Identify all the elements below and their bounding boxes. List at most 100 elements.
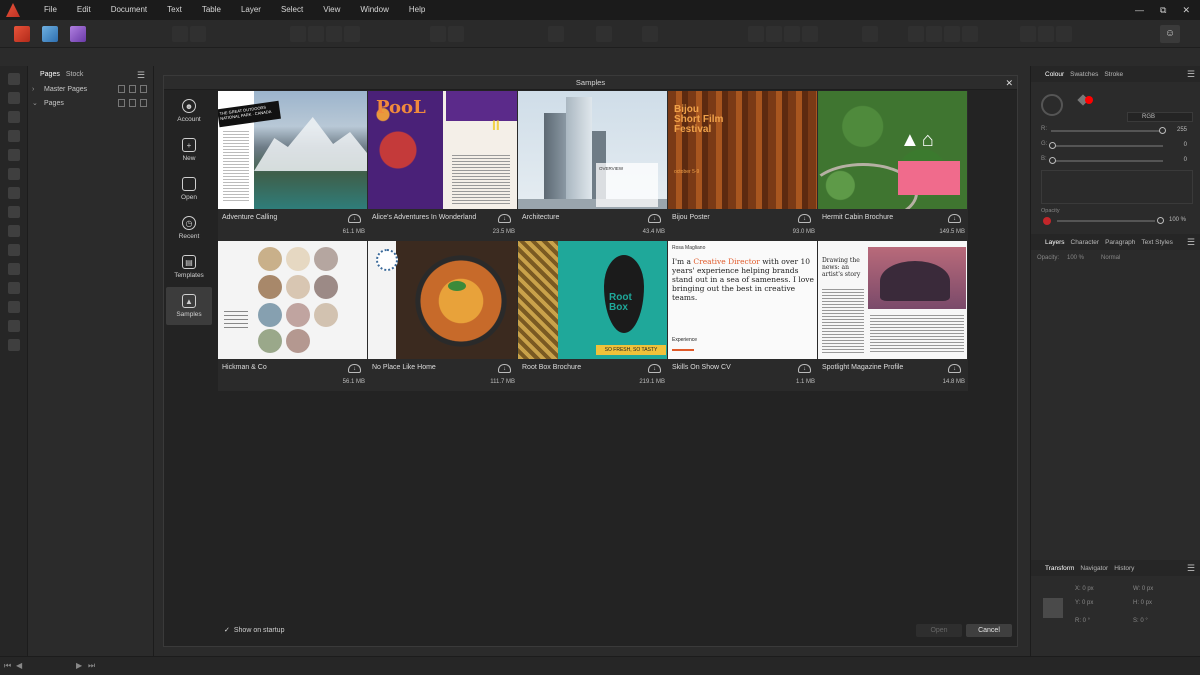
- transform-x[interactable]: X: 0 px: [1075, 586, 1094, 592]
- cancel-button[interactable]: Cancel: [966, 624, 1012, 637]
- duplicate-page-icon[interactable]: [129, 85, 136, 93]
- picture-frame-tool-icon[interactable]: [7, 244, 20, 256]
- menu-text[interactable]: Text: [157, 0, 192, 20]
- add-page-icon[interactable]: [118, 85, 125, 93]
- close-window-button[interactable]: ✕: [1182, 5, 1190, 16]
- toolbar-button[interactable]: [430, 26, 446, 42]
- crop-tool-icon[interactable]: [7, 263, 20, 275]
- nav-account[interactable]: ☻ Account: [166, 92, 212, 130]
- hamburger-menu-icon[interactable]: ☰: [1187, 563, 1195, 574]
- nav-new[interactable]: + New: [166, 131, 212, 169]
- menu-document[interactable]: Document: [101, 0, 157, 20]
- toolbar-button[interactable]: [290, 26, 306, 42]
- delete-page-icon[interactable]: [140, 85, 147, 93]
- toolbar-button[interactable]: [596, 26, 612, 42]
- add-page-icon[interactable]: [118, 99, 125, 107]
- tab-stroke[interactable]: Stroke: [1104, 71, 1123, 78]
- tab-paragraph[interactable]: Paragraph: [1105, 239, 1135, 246]
- download-icon[interactable]: ↓: [648, 364, 661, 373]
- download-icon[interactable]: ↓: [348, 364, 361, 373]
- user-icon[interactable]: ☺: [1160, 25, 1180, 43]
- toolbar-button[interactable]: [190, 26, 206, 42]
- toolbar-button[interactable]: [944, 26, 960, 42]
- toolbar-button[interactable]: [308, 26, 324, 42]
- frame-text-tool-icon[interactable]: [7, 111, 20, 123]
- nav-open[interactable]: Open: [166, 170, 212, 208]
- menu-window[interactable]: Window: [350, 0, 398, 20]
- colour-wheel-area[interactable]: [1041, 170, 1193, 204]
- toolbar-button[interactable]: [548, 26, 564, 42]
- sample-card-hickman[interactable]: Hickman & Co ↓ 56.1 MB: [218, 241, 368, 391]
- table-tool-icon[interactable]: [7, 130, 20, 142]
- green-slider[interactable]: G: 0: [1041, 141, 1191, 151]
- node-tool-icon[interactable]: [7, 92, 20, 104]
- transparency-tool-icon[interactable]: [7, 301, 20, 313]
- pen-tool-icon[interactable]: [7, 168, 20, 180]
- delete-page-icon[interactable]: [140, 99, 147, 107]
- first-page-icon[interactable]: ⏮: [4, 661, 11, 671]
- ellipse-tool-icon[interactable]: [7, 225, 20, 237]
- menu-select[interactable]: Select: [271, 0, 313, 20]
- designer-persona-icon[interactable]: [70, 26, 86, 42]
- toolbar-button[interactable]: [748, 26, 764, 42]
- zoom-tool-icon[interactable]: [7, 339, 20, 351]
- download-icon[interactable]: ↓: [348, 214, 361, 223]
- download-icon[interactable]: ↓: [798, 364, 811, 373]
- hamburger-menu-icon[interactable]: ☰: [1187, 237, 1195, 248]
- tab-colour[interactable]: Colour: [1045, 71, 1064, 78]
- menu-view[interactable]: View: [313, 0, 350, 20]
- menu-edit[interactable]: Edit: [67, 0, 101, 20]
- download-icon[interactable]: ↓: [498, 364, 511, 373]
- transform-y[interactable]: Y: 0 px: [1075, 600, 1093, 606]
- sample-card-alice[interactable]: PooL II Alice's Adventures In Wonderland…: [368, 91, 518, 241]
- transform-h[interactable]: H: 0 px: [1133, 600, 1152, 606]
- publisher-persona-icon[interactable]: [14, 26, 30, 42]
- menu-help[interactable]: Help: [399, 0, 435, 20]
- toolbar-button[interactable]: [326, 26, 342, 42]
- sample-card-hermit-cabin[interactable]: ▲⌂ Hermit Cabin Brochure ↓ 149.5 MB: [818, 91, 968, 241]
- toolbar-button[interactable]: [1056, 26, 1072, 42]
- toolbar-button[interactable]: [784, 26, 800, 42]
- toolbar-button[interactable]: [926, 26, 942, 42]
- open-button[interactable]: Open: [916, 624, 962, 637]
- sample-card-adventure-calling[interactable]: THE GREAT OUTDOORS NATIONAL PARK · CANAD…: [218, 91, 368, 241]
- download-icon[interactable]: ↓: [948, 364, 961, 373]
- download-icon[interactable]: ↓: [648, 214, 661, 223]
- sample-card-bijou-poster[interactable]: Bijou Short Film Festival october 5-9 Bi…: [668, 91, 818, 241]
- tab-text-styles[interactable]: Text Styles: [1141, 239, 1172, 246]
- close-icon[interactable]: ✕: [1005, 76, 1013, 90]
- toolbar-button[interactable]: [1020, 26, 1036, 42]
- minimize-button[interactable]: —: [1135, 5, 1144, 15]
- transform-r[interactable]: R: 0 °: [1075, 618, 1090, 624]
- green-value[interactable]: 0: [1184, 142, 1187, 148]
- blue-slider[interactable]: B: 0: [1041, 156, 1191, 166]
- toolbar-button[interactable]: [344, 26, 360, 42]
- color-picker-tool-icon[interactable]: [7, 282, 20, 294]
- sample-card-skills-cv[interactable]: Rosa Magliano I'm a Creative Director wi…: [668, 241, 818, 391]
- slider-knob[interactable]: [1159, 127, 1166, 134]
- transform-w[interactable]: W: 0 px: [1133, 586, 1153, 592]
- blue-value[interactable]: 0: [1184, 157, 1187, 163]
- slider-knob[interactable]: [1049, 157, 1056, 164]
- chevron-down-icon[interactable]: ⌄: [32, 99, 38, 107]
- sample-card-architecture[interactable]: OVERVIEW Architecture ↓ 43.4 MB: [518, 91, 668, 241]
- tab-pages[interactable]: Pages: [40, 71, 60, 78]
- sample-card-root-box[interactable]: Root Box SO FRESH, SO TASTY Root Box Bro…: [518, 241, 668, 391]
- download-icon[interactable]: ↓: [798, 214, 811, 223]
- hamburger-menu-icon[interactable]: ☰: [137, 70, 145, 81]
- tab-layers[interactable]: Layers: [1045, 239, 1065, 246]
- tab-navigator[interactable]: Navigator: [1080, 565, 1108, 572]
- layers-opacity-value[interactable]: 100 %: [1067, 255, 1084, 261]
- colour-model-select[interactable]: RGB: [1127, 112, 1193, 122]
- toolbar-button[interactable]: [642, 26, 658, 42]
- fill-tool-icon[interactable]: [7, 187, 20, 199]
- download-icon[interactable]: ↓: [498, 214, 511, 223]
- tab-transform[interactable]: Transform: [1045, 565, 1074, 572]
- sample-card-spotlight[interactable]: Drawing the news: an artist's story Spot…: [818, 241, 968, 391]
- transform-s[interactable]: S: 0 °: [1133, 618, 1148, 624]
- nav-templates[interactable]: ▤ Templates: [166, 248, 212, 286]
- rectangle-tool-icon[interactable]: [7, 206, 20, 218]
- menu-table[interactable]: Table: [192, 0, 231, 20]
- move-tool-icon[interactable]: [7, 73, 20, 85]
- slider-knob[interactable]: [1157, 217, 1164, 224]
